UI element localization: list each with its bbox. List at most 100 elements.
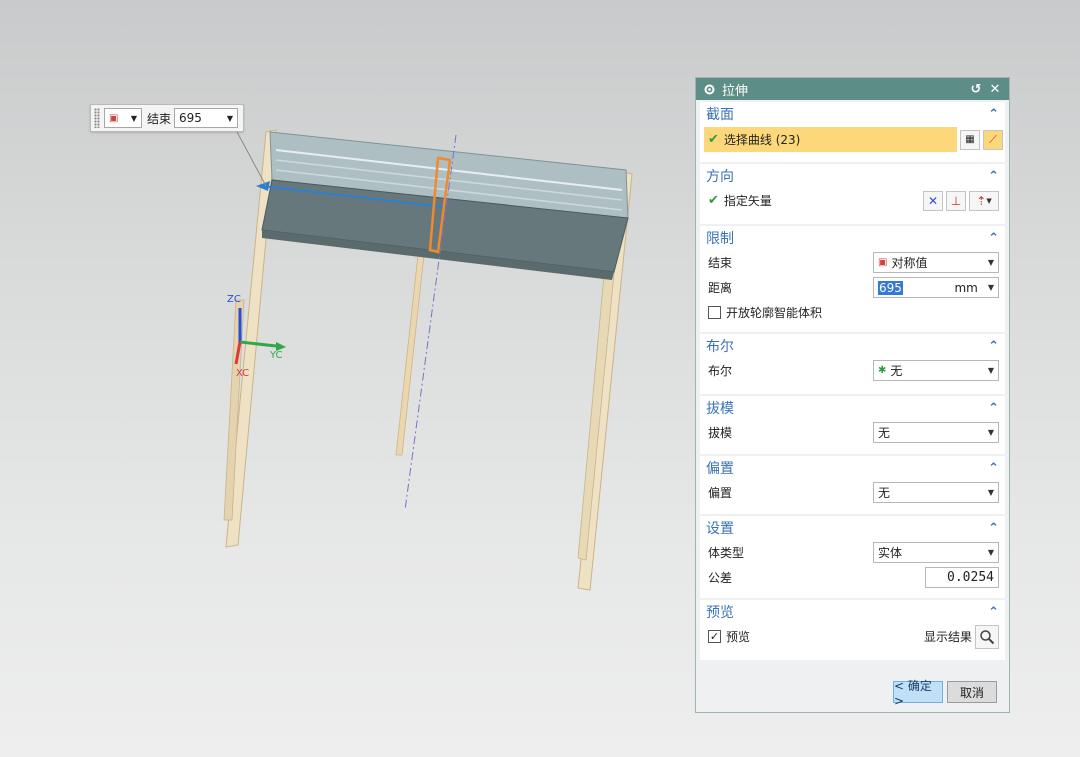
chevron-down-icon: ▼ xyxy=(987,366,994,375)
chevron-up-icon[interactable]: ⌃ xyxy=(988,521,999,536)
preview-group: 预览 ⌃ ✓ 预览 显示结果 xyxy=(700,600,1005,660)
settings-group: 设置 ⌃ 体类型 实体 ▼ 公差 0.0254 xyxy=(700,516,1005,598)
chevron-up-icon[interactable]: ⌃ xyxy=(988,107,999,122)
chevron-down-icon: ▼ xyxy=(987,488,994,497)
draft-select[interactable]: 无 ▼ xyxy=(873,422,999,443)
end-type-value: 对称值 xyxy=(891,256,928,270)
extrude-dialog: 拉伸 ↺ ✕ 截面 ⌃ ✔ 选择曲线 (23) ▦ ⟋ 方向 ⌃ ✔ 指定矢量 … xyxy=(695,77,1010,713)
x-axis-label: XC xyxy=(236,368,249,379)
chevron-down-icon: ▼ xyxy=(226,113,234,123)
boolean-value: 无 xyxy=(890,364,903,378)
section-title: 截面 xyxy=(706,107,734,123)
chevron-up-icon[interactable]: ⌃ xyxy=(988,401,999,416)
chevron-up-icon[interactable]: ⌃ xyxy=(988,169,999,184)
specify-vector-label: 指定矢量 xyxy=(723,194,772,208)
preview-label: 预览 xyxy=(726,630,751,644)
open-profile-label: 开放轮廓智能体积 xyxy=(726,306,823,320)
end-label: 结束 xyxy=(708,256,733,270)
chevron-up-icon[interactable]: ⌃ xyxy=(988,339,999,354)
magnifier-icon[interactable] xyxy=(975,624,999,649)
offset-label: 偏置 xyxy=(708,486,733,500)
chevron-down-icon: ▼ xyxy=(987,428,994,437)
direction-title: 方向 xyxy=(706,169,734,185)
preview-header[interactable]: 预览 ⌃ xyxy=(700,600,1005,624)
draft-header[interactable]: 拔模 ⌃ xyxy=(700,396,1005,420)
gear-icon xyxy=(702,82,716,96)
tolerance-input[interactable]: 0.0254 xyxy=(925,567,999,588)
draft-value: 无 xyxy=(878,426,891,440)
draft-group: 拔模 ⌃ 拔模 无 ▼ xyxy=(700,396,1005,454)
chevron-up-icon[interactable]: ⌃ xyxy=(988,231,999,246)
boolean-group: 布尔 ⌃ 布尔 ✱ 无 ▼ xyxy=(700,334,1005,394)
cube-icon: ▣ xyxy=(878,257,888,268)
boolean-header[interactable]: 布尔 ⌃ xyxy=(700,334,1005,358)
checkmark-icon: ✔ xyxy=(708,132,719,147)
limit-type-dropdown[interactable]: ▣ ▼ xyxy=(104,108,142,128)
body-type-label: 体类型 xyxy=(708,546,745,560)
preview-title: 预览 xyxy=(706,605,734,621)
distance-label: 距离 xyxy=(708,281,733,295)
offset-value: 无 xyxy=(878,486,891,500)
end-label: 结束 xyxy=(147,111,172,126)
distance-input[interactable]: 695 mm ▼ xyxy=(873,277,999,298)
cancel-button[interactable]: 取消 xyxy=(947,681,997,703)
vector-dialog-icon[interactable]: ⊥ xyxy=(946,190,966,211)
section-header[interactable]: 截面 ⌃ xyxy=(700,102,1005,126)
settings-header[interactable]: 设置 ⌃ xyxy=(700,516,1005,540)
z-axis-label: ZC xyxy=(227,294,241,305)
chevron-up-icon[interactable]: ⌃ xyxy=(988,461,999,476)
y-axis-label: YC xyxy=(269,350,283,361)
show-result-label: 显示结果 xyxy=(923,630,972,644)
chevron-down-icon: ▼ xyxy=(987,283,994,292)
section-group: 截面 ⌃ ✔ 选择曲线 (23) ▦ ⟋ xyxy=(700,102,1005,162)
chevron-down-icon: ▼ xyxy=(130,113,137,123)
end-type-select[interactable]: ▣ 对称值 ▼ xyxy=(873,252,999,273)
ok-button[interactable]: < 确定 > xyxy=(893,679,943,708)
end-value-input[interactable]: 695 ▼ xyxy=(174,108,239,128)
limits-group: 限制 ⌃ 结束 ▣ 对称值 ▼ 距离 695 mm ▼ 开放轮廓智能体积 xyxy=(700,226,1005,332)
offset-title: 偏置 xyxy=(706,461,734,477)
boolean-select[interactable]: ✱ 无 ▼ xyxy=(873,360,999,381)
preview-checkbox[interactable]: ✓ xyxy=(708,630,721,643)
boolean-label: 布尔 xyxy=(708,364,733,378)
drag-grip-icon[interactable] xyxy=(94,108,100,128)
body-type-select[interactable]: 实体 ▼ xyxy=(873,542,999,563)
dialog-title: 拉伸 xyxy=(722,83,749,99)
curve-section-icon[interactable]: ⟋ xyxy=(983,129,1003,150)
boolean-title: 布尔 xyxy=(706,339,734,355)
distance-value: 695 xyxy=(878,280,903,295)
reverse-direction-icon[interactable]: ✕ xyxy=(923,190,943,211)
dialog-footer: < 确定 > 取消 xyxy=(696,672,1009,712)
cube-icon: ▣ xyxy=(109,112,119,124)
middle-panel xyxy=(395,254,425,456)
sketch-section-icon[interactable]: ▦ xyxy=(960,129,980,150)
vector-type-dropdown[interactable]: ⇡ ▼ xyxy=(969,190,999,211)
dialog-titlebar[interactable]: 拉伸 ↺ ✕ xyxy=(696,78,1009,100)
body-type-value: 实体 xyxy=(878,546,903,560)
offset-group: 偏置 ⌃ 偏置 无 ▼ xyxy=(700,456,1005,514)
boolean-none-icon: ✱ xyxy=(878,365,887,376)
reset-icon[interactable]: ↺ xyxy=(968,82,984,97)
offset-header[interactable]: 偏置 ⌃ xyxy=(700,456,1005,480)
checkmark-icon: ✔ xyxy=(708,193,719,208)
chevron-down-icon: ▼ xyxy=(987,258,994,267)
limits-title: 限制 xyxy=(706,231,734,247)
limits-header[interactable]: 限制 ⌃ xyxy=(700,226,1005,250)
leader-line xyxy=(235,129,267,187)
select-curve-label: 选择曲线 (23) xyxy=(723,133,801,147)
direction-header[interactable]: 方向 ⌃ xyxy=(700,164,1005,188)
chevron-down-icon: ▼ xyxy=(987,548,994,557)
settings-title: 设置 xyxy=(706,521,734,537)
draft-title: 拔模 xyxy=(706,401,734,417)
chevron-up-icon[interactable]: ⌃ xyxy=(988,605,999,620)
draft-label: 拔模 xyxy=(708,426,733,440)
select-curve-field[interactable]: ✔ 选择曲线 (23) xyxy=(704,127,957,152)
direction-group: 方向 ⌃ ✔ 指定矢量 ✕ ⊥ ⇡ ▼ xyxy=(700,164,1005,224)
onscreen-input-box: ▣ ▼ 结束 695 ▼ xyxy=(90,104,244,132)
offset-select[interactable]: 无 ▼ xyxy=(873,482,999,503)
distance-unit: mm xyxy=(954,280,978,295)
close-icon[interactable]: ✕ xyxy=(987,82,1003,97)
end-value: 695 xyxy=(179,111,202,125)
open-profile-checkbox[interactable] xyxy=(708,306,721,319)
tolerance-label: 公差 xyxy=(708,571,733,585)
